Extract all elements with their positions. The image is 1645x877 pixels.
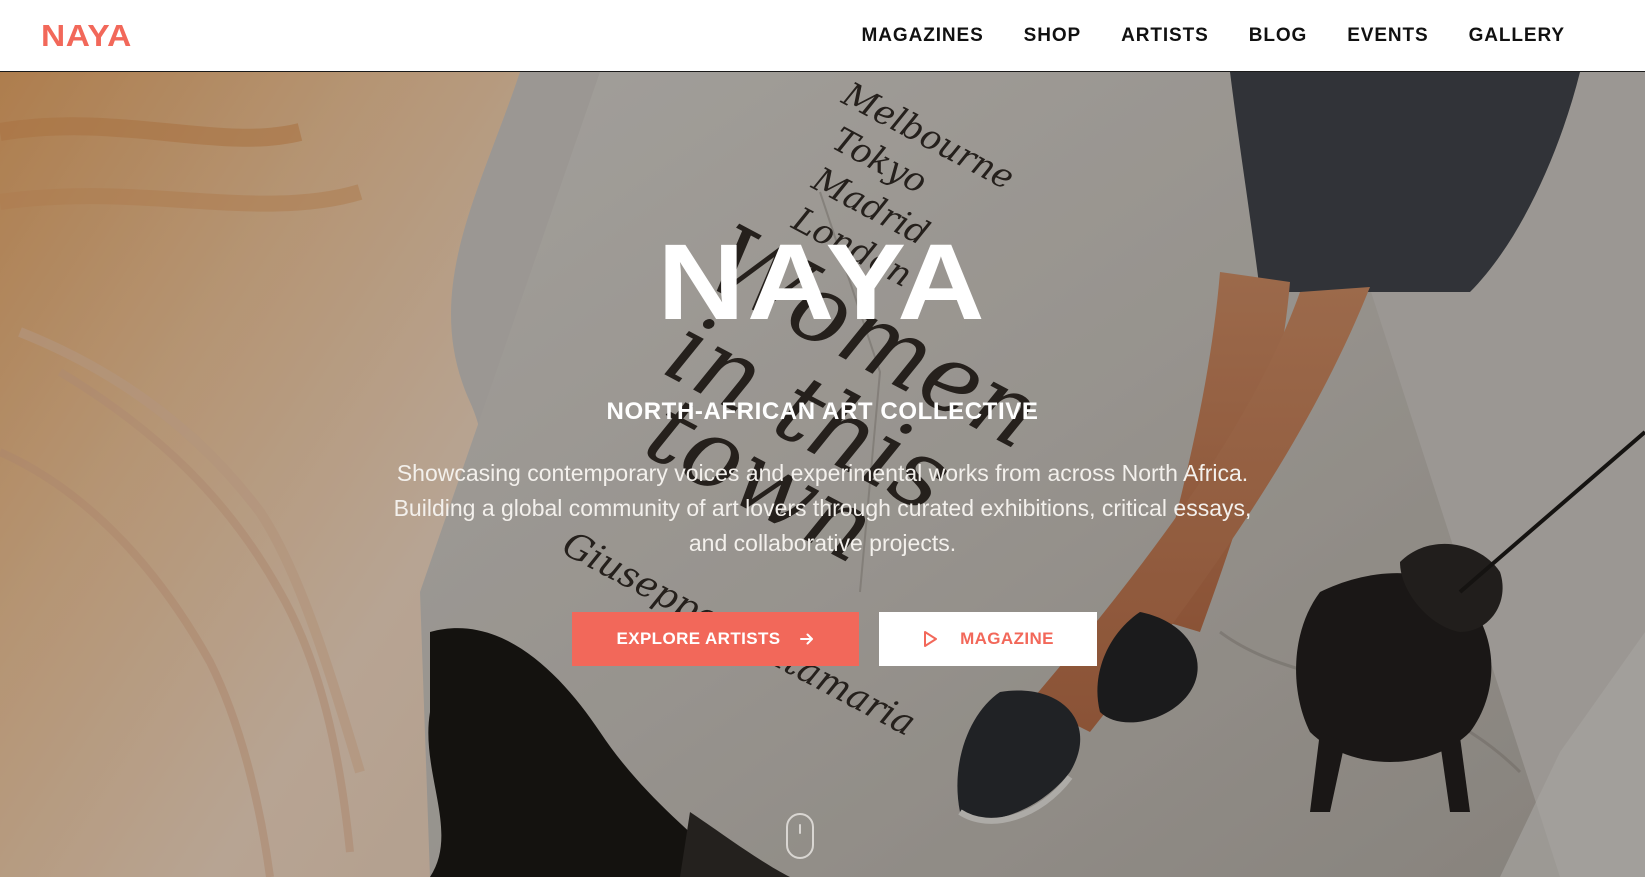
explore-artists-button[interactable]: EXPLORE ARTISTS xyxy=(572,612,859,666)
magazine-label: MAGAZINE xyxy=(960,629,1054,648)
hero-section: Melbourne Tokyo Madrid London Women in t… xyxy=(0,72,1645,877)
hero-buttons: EXPLORE ARTISTS MAGAZINE xyxy=(572,612,1097,666)
site-header: NAYA MAGAZINES SHOP ARTISTS BLOG EVENTS … xyxy=(0,0,1645,72)
hero-description-line: Showcasing contemporary voices and exper… xyxy=(396,460,1249,486)
hero-description-line: and collaborative projects. xyxy=(688,530,957,556)
arrow-right-icon xyxy=(799,633,813,645)
explore-artists-label: EXPLORE ARTISTS xyxy=(616,629,781,648)
mouse-scroll-icon[interactable] xyxy=(786,813,814,859)
nav-artists[interactable]: ARTISTS xyxy=(1121,25,1209,46)
hero-content: NAYA NORTH-AFRICAN ART COLLECTIVE Showca… xyxy=(0,72,1645,877)
hero-description-line: Building a global community of art lover… xyxy=(393,495,1252,521)
scroll-wheel xyxy=(799,824,801,834)
magazine-button[interactable]: MAGAZINE xyxy=(879,612,1097,666)
nav-shop[interactable]: SHOP xyxy=(1024,25,1081,46)
main-nav: MAGAZINES SHOP ARTISTS BLOG EVENTS GALLE… xyxy=(862,25,1565,47)
nav-magazines[interactable]: MAGAZINES xyxy=(862,25,984,46)
play-icon xyxy=(924,631,938,647)
nav-blog[interactable]: BLOG xyxy=(1249,25,1308,46)
nav-gallery[interactable]: GALLERY xyxy=(1469,25,1565,46)
hero-subtitle: NORTH-AFRICAN ART COLLECTIVE xyxy=(606,398,1039,425)
hero-description: Showcasing contemporary voices and exper… xyxy=(343,456,1303,561)
site-logo[interactable]: NAYA xyxy=(41,18,132,54)
hero-title: NAYA xyxy=(657,221,988,342)
nav-events[interactable]: EVENTS xyxy=(1347,25,1428,46)
